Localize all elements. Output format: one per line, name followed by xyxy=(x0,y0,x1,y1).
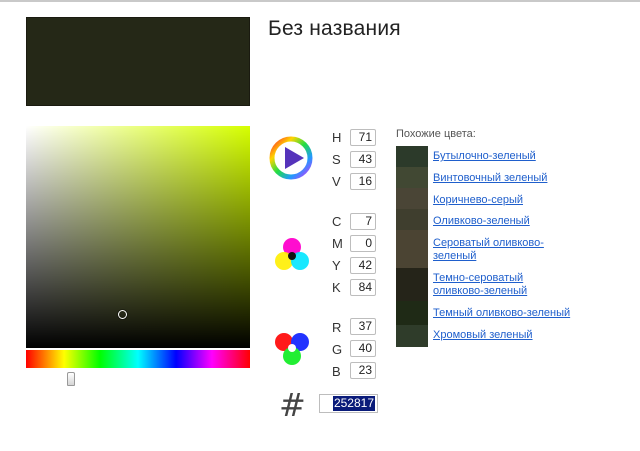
h-input[interactable]: 71 xyxy=(350,129,376,146)
b-input[interactable]: 23 xyxy=(350,362,376,379)
similar-swatch xyxy=(396,188,428,209)
g-label: G xyxy=(332,342,343,357)
c-label: C xyxy=(332,214,342,229)
hex-value: 252817 xyxy=(332,396,375,411)
r-input[interactable]: 37 xyxy=(350,318,376,335)
similar-swatch xyxy=(396,301,428,325)
similar-colors-title: Похожие цвета: xyxy=(396,128,476,140)
similar-swatch xyxy=(396,325,428,347)
similar-color-link[interactable]: Темно-сероватый оливково-зеленый xyxy=(433,272,573,298)
color-title: Без названия xyxy=(268,17,401,40)
similar-color-link[interactable]: Темный оливково-зеленый xyxy=(433,307,573,320)
h-label: H xyxy=(332,130,342,145)
c-input[interactable]: 7 xyxy=(350,213,376,230)
m-input[interactable]: 0 xyxy=(350,235,376,252)
v-label: V xyxy=(332,174,341,189)
s-label: S xyxy=(332,152,341,167)
rgb-circles-icon xyxy=(275,333,309,365)
hash-icon: # xyxy=(279,386,306,424)
b-label: B xyxy=(332,364,341,379)
similar-color-link[interactable]: Сероватый оливково-зеленый xyxy=(433,237,573,263)
hsv-wheel-play-icon xyxy=(269,136,313,180)
k-input[interactable]: 84 xyxy=(350,279,376,296)
similar-swatch xyxy=(396,167,428,188)
similar-color-link[interactable]: Винтовочный зеленый xyxy=(433,172,573,185)
top-divider xyxy=(0,0,640,2)
similar-swatch xyxy=(396,209,428,230)
s-input[interactable]: 43 xyxy=(350,151,376,168)
hue-slider-handle[interactable] xyxy=(67,372,75,386)
similar-swatch xyxy=(396,230,428,268)
similar-swatch xyxy=(396,268,428,301)
r-label: R xyxy=(332,320,342,335)
similar-swatch xyxy=(396,146,428,167)
hex-input[interactable]: 252817 xyxy=(319,394,378,413)
g-input[interactable]: 40 xyxy=(350,340,376,357)
similar-color-link[interactable]: Хромовый зеленый xyxy=(433,329,573,342)
hue-slider[interactable] xyxy=(26,350,250,368)
similar-color-link[interactable]: Бутылочно-зеленый xyxy=(433,150,573,163)
k-label: K xyxy=(332,280,341,295)
similar-color-link[interactable]: Оливково-зеленый xyxy=(433,215,573,228)
y-input[interactable]: 42 xyxy=(350,257,376,274)
saturation-value-picker[interactable] xyxy=(26,126,250,348)
similar-color-link[interactable]: Коричнево-серый xyxy=(433,194,573,207)
v-input[interactable]: 16 xyxy=(350,173,376,190)
cmyk-circles-icon xyxy=(275,238,309,270)
picker-cursor[interactable] xyxy=(118,310,127,319)
y-label: Y xyxy=(332,258,341,273)
color-preview xyxy=(26,17,250,106)
m-label: M xyxy=(332,236,343,251)
